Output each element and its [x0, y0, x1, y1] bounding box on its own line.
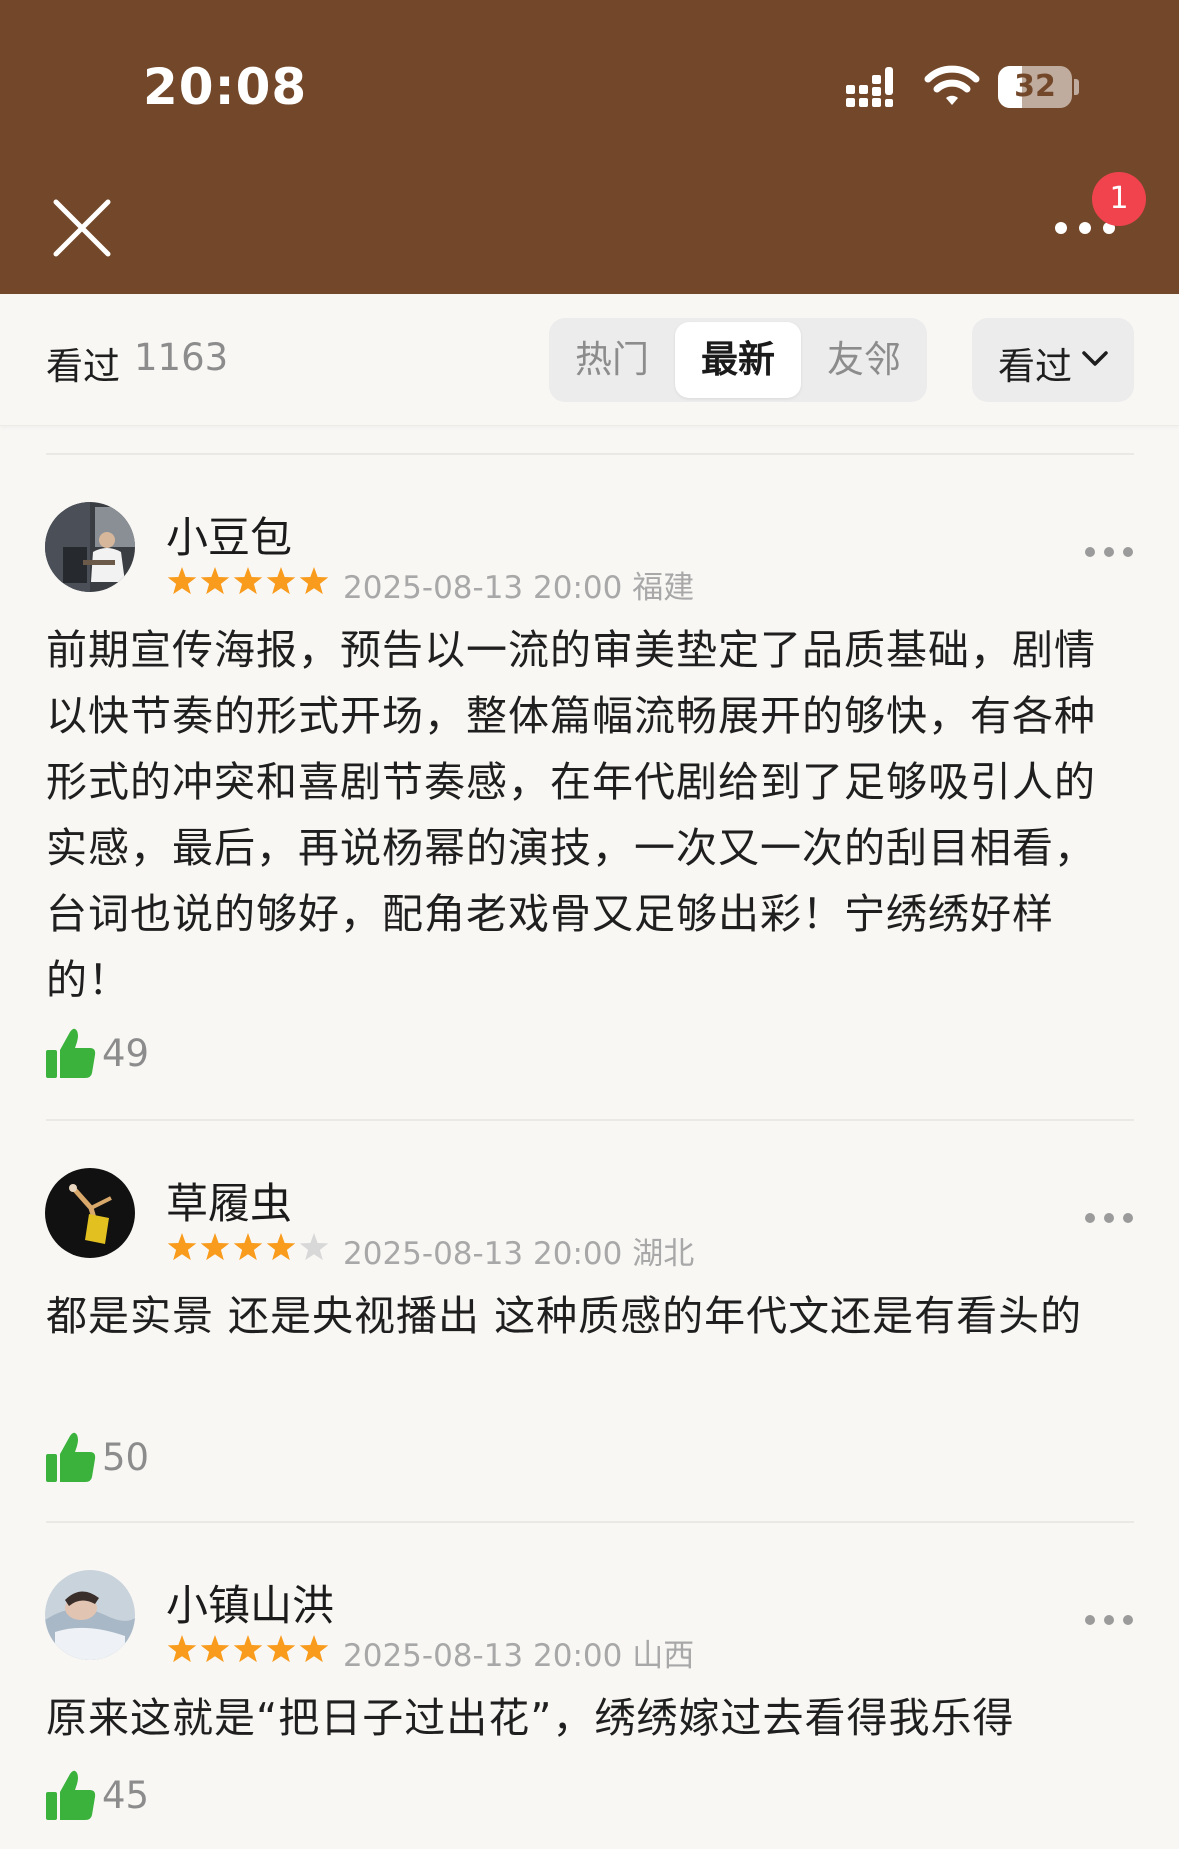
- review-content: 原来这就是“把日子过出花”，绣绣嫁过去看得我乐得: [46, 1694, 1015, 1742]
- status-time: 20:08: [143, 58, 308, 116]
- review-date: 2025-08-13 20:00: [343, 570, 623, 606]
- seen-count: 1163: [134, 336, 229, 379]
- like-count: 50: [102, 1436, 150, 1479]
- star-rating: [167, 567, 329, 595]
- avatar[interactable]: [45, 1168, 135, 1258]
- like-count: 49: [102, 1032, 150, 1075]
- review-location: 福建: [632, 570, 695, 606]
- top-bar: 20:08 32 1: [0, 0, 1179, 294]
- review-more-icon[interactable]: [1084, 1208, 1134, 1228]
- signal-icon: [846, 67, 893, 107]
- star-rating: [167, 1233, 329, 1261]
- star-filled-icon: [299, 1635, 329, 1663]
- star-filled-icon: [167, 567, 197, 595]
- star-filled-icon: [167, 1635, 197, 1663]
- star-filled-icon: [233, 567, 263, 595]
- review-more-icon[interactable]: [1084, 542, 1134, 562]
- review-more-icon[interactable]: [1084, 1610, 1134, 1630]
- review-meta: 2025-08-13 20:00 福建: [343, 562, 694, 607]
- divider: [46, 1119, 1134, 1121]
- filter-bar: 看过 1163 热门 最新 友邻 看过: [0, 294, 1179, 426]
- star-filled-icon: [200, 1233, 230, 1261]
- tab-hot[interactable]: 热门: [549, 318, 675, 402]
- seen-label: 看过: [46, 345, 120, 388]
- battery-percent: 32: [1014, 69, 1056, 104]
- star-filled-icon: [266, 1635, 296, 1663]
- close-icon[interactable]: [50, 196, 114, 260]
- review-username[interactable]: 小豆包: [166, 504, 292, 565]
- star-filled-icon: [233, 1233, 263, 1261]
- battery-indicator: 32: [998, 66, 1079, 108]
- notification-badge: 1: [1092, 172, 1146, 226]
- battery-tip: [1074, 79, 1079, 95]
- star-filled-icon: [299, 567, 329, 595]
- chevron-down-icon: [1082, 351, 1108, 366]
- star-empty-icon: [299, 1233, 329, 1261]
- review-location: 山西: [632, 1638, 695, 1674]
- tab-latest[interactable]: 最新: [675, 322, 801, 398]
- star-rating: [167, 1635, 329, 1663]
- screen: 20:08 32 1 看过 1163 热门 最新 友邻 看过 小豆包 2025-…: [0, 0, 1179, 1849]
- avatar[interactable]: [45, 502, 135, 592]
- status-dropdown[interactable]: 看过: [972, 318, 1134, 402]
- star-filled-icon: [167, 1233, 197, 1261]
- review-date: 2025-08-13 20:00: [343, 1638, 623, 1674]
- dropdown-label: 看过: [998, 345, 1072, 388]
- star-filled-icon: [266, 567, 296, 595]
- star-filled-icon: [200, 1635, 230, 1663]
- wifi-icon: [924, 65, 980, 105]
- star-filled-icon: [200, 567, 230, 595]
- thumbs-up-icon: [46, 1028, 96, 1078]
- divider: [46, 453, 1134, 455]
- thumbs-up-icon: [46, 1432, 96, 1482]
- review-date: 2025-08-13 20:00: [343, 1236, 623, 1272]
- review-username[interactable]: 小镇山洪: [166, 1572, 334, 1633]
- review-content: 都是实景 还是央视播出 这种质感的年代文还是有看头的: [46, 1292, 1083, 1340]
- avatar[interactable]: [45, 1570, 135, 1660]
- tab-friends[interactable]: 友邻: [801, 318, 927, 402]
- review-username[interactable]: 草履虫: [166, 1170, 292, 1231]
- divider: [46, 1521, 1134, 1523]
- review-meta: 2025-08-13 20:00 山西: [343, 1630, 694, 1675]
- like-count: 45: [102, 1774, 150, 1817]
- sort-tabs: 热门 最新 友邻: [549, 318, 927, 402]
- star-filled-icon: [266, 1233, 296, 1261]
- review-meta: 2025-08-13 20:00 湖北: [343, 1228, 694, 1273]
- battery-body: 32: [998, 66, 1072, 108]
- review-location: 湖北: [632, 1236, 695, 1272]
- thumbs-up-icon: [46, 1770, 96, 1820]
- review-content: 前期宣传海报，预告以一流的审美垫定了品质基础，剧情以快节奏的形式开场，整体篇幅流…: [46, 626, 1096, 1004]
- star-filled-icon: [233, 1635, 263, 1663]
